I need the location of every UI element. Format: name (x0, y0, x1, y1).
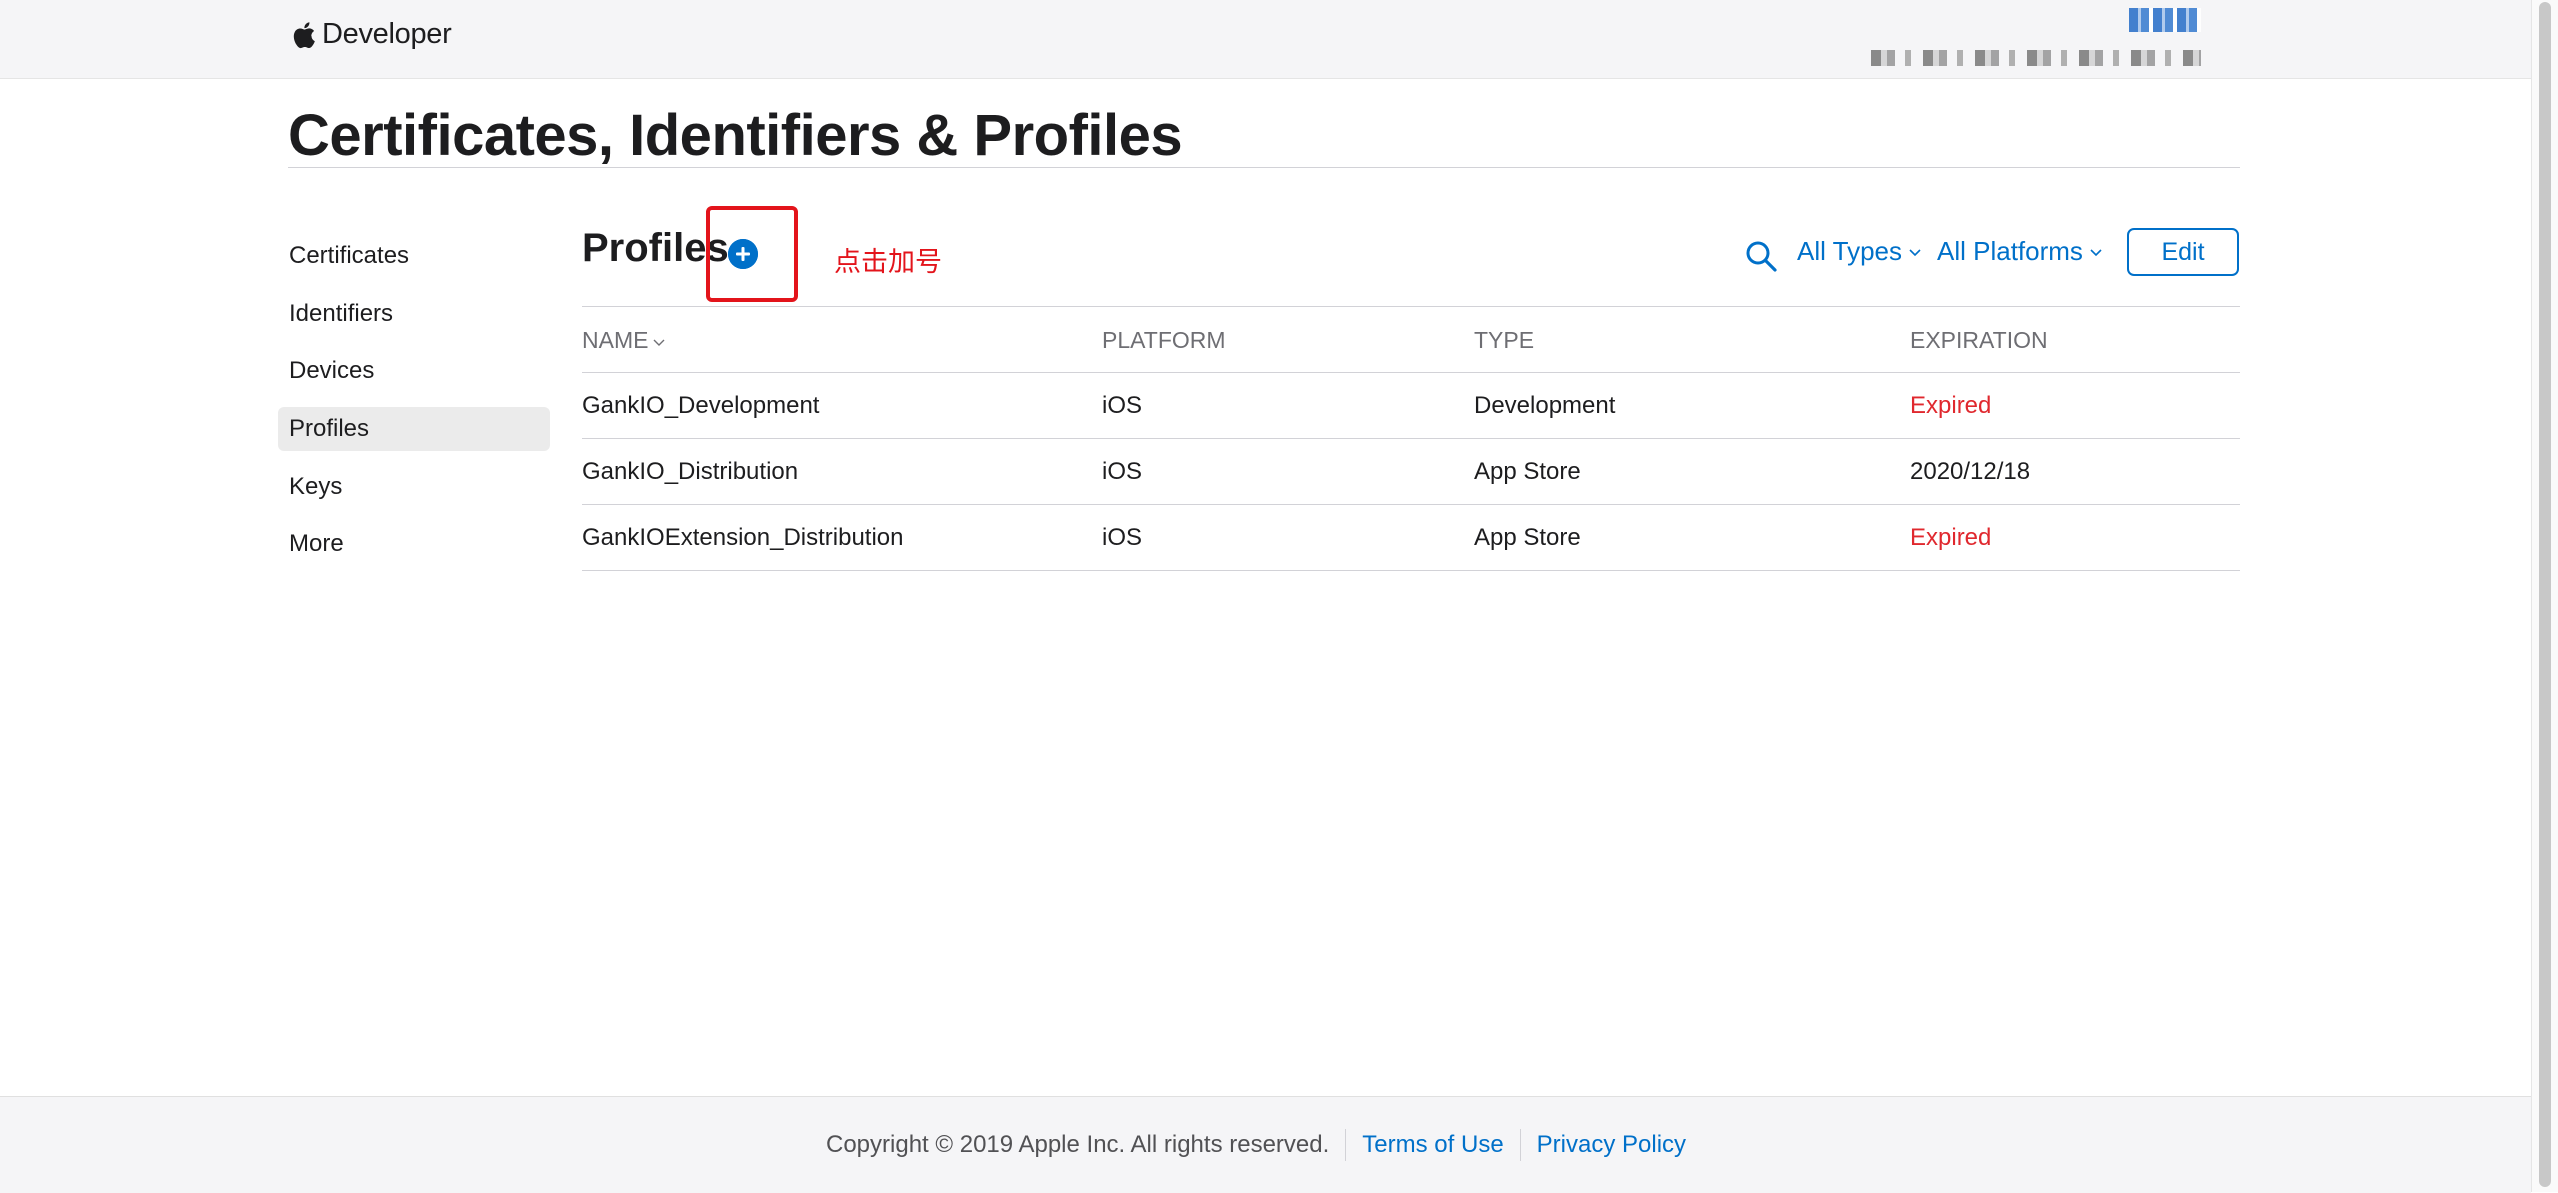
filter-types-label: All Types (1797, 236, 1903, 266)
column-header-name[interactable]: NAME (582, 307, 665, 373)
filter-types-dropdown[interactable]: All Types (1797, 236, 1922, 267)
sidebar-item-identifiers[interactable]: Identifiers (278, 292, 550, 336)
filter-platforms-label: All Platforms (1937, 236, 2083, 266)
profile-expiration: Expired (1910, 392, 1992, 419)
profile-name[interactable]: GankIO_Development (582, 373, 819, 439)
profile-expiration: Expired (1910, 524, 1992, 551)
sidebar-item-devices[interactable]: Devices (278, 349, 550, 393)
page-scrollbar[interactable] (2531, 0, 2558, 1192)
profile-name[interactable]: GankIO_Distribution (582, 439, 798, 505)
page-title: Certificates, Identifiers & Profiles (288, 103, 1183, 168)
sidebar: Certificates Identifiers Devices Profile… (278, 234, 550, 580)
profile-type: App Store (1474, 458, 1581, 485)
sort-chevron-icon (653, 339, 665, 346)
edit-button[interactable]: Edit (2127, 228, 2239, 276)
annotation-text: 点击加号 (834, 247, 942, 277)
footer-divider (1345, 1129, 1347, 1161)
sidebar-item-profiles[interactable]: Profiles (278, 407, 550, 452)
table-header-row: NAME PLATFORM TYPE EXPIRATION (582, 306, 2240, 372)
table-row[interactable]: GankIOExtension_Distribution iOS App Sto… (582, 504, 2240, 571)
footer-content: Copyright © 2019 Apple Inc. All rights r… (826, 1129, 1686, 1161)
chevron-down-icon (2090, 248, 2102, 256)
terms-of-use-link[interactable]: Terms of Use (1362, 1131, 1503, 1159)
column-header-expiration: EXPIRATION (1910, 327, 2048, 353)
profile-platform: iOS (1102, 524, 1143, 551)
global-nav: Developer (0, 0, 2531, 79)
scrollbar-thumb[interactable] (2539, 2, 2551, 1187)
privacy-policy-link[interactable]: Privacy Policy (1537, 1131, 1686, 1159)
footer: Copyright © 2019 Apple Inc. All rights r… (0, 1096, 2531, 1193)
table-row[interactable]: GankIO_Development iOS Development Expir… (582, 372, 2240, 438)
profile-platform: iOS (1102, 458, 1143, 485)
brand-label: Developer (322, 18, 452, 50)
copyright-text: Copyright © 2019 Apple Inc. All rights r… (826, 1131, 1330, 1158)
profile-expiration: 2020/12/18 (1910, 458, 2031, 485)
footer-divider (1519, 1129, 1521, 1161)
title-divider (288, 167, 2240, 168)
column-header-name-label: NAME (582, 327, 649, 353)
annotation-highlight-box (706, 206, 798, 302)
filter-platforms-dropdown[interactable]: All Platforms (1937, 236, 2103, 267)
account-name-redacted (2129, 8, 2201, 32)
column-header-platform: PLATFORM (1102, 327, 1226, 353)
sidebar-item-keys[interactable]: Keys (278, 465, 550, 509)
profile-platform: iOS (1102, 392, 1143, 419)
profile-type: Development (1474, 392, 1616, 419)
developer-home-link[interactable]: Developer (290, 18, 452, 51)
sidebar-item-certificates[interactable]: Certificates (278, 234, 550, 278)
column-header-type: TYPE (1474, 327, 1535, 353)
table-row[interactable]: GankIO_Distribution iOS App Store 2020/1… (582, 438, 2240, 504)
account-team-redacted (1871, 50, 2201, 66)
profiles-table: NAME PLATFORM TYPE EXPIRATION GankIO_Dev… (582, 306, 2240, 571)
profile-type: App Store (1474, 524, 1581, 551)
account-menu[interactable] (1871, 6, 2201, 66)
sidebar-item-more[interactable]: More (278, 522, 550, 566)
apple-logo-icon (293, 21, 315, 48)
search-icon[interactable] (1744, 239, 1778, 273)
chevron-down-icon (1909, 248, 1921, 256)
profile-name[interactable]: GankIOExtension_Distribution (582, 505, 904, 571)
